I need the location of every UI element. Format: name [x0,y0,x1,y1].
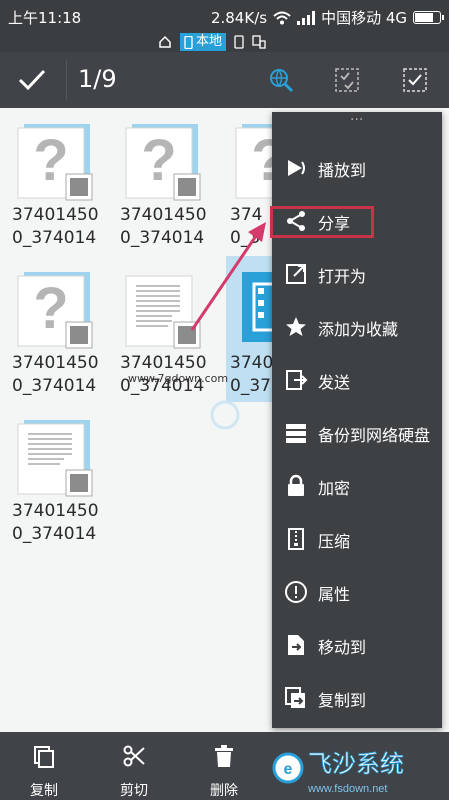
unknown-file-icon: ? [235,124,272,199]
web-search-icon[interactable] [268,67,294,93]
svg-text:?: ? [141,128,176,193]
copy-to-icon [285,687,305,708]
menu-item-copy-to[interactable]: 复制到 [272,672,442,724]
svg-text:?: ? [33,276,68,341]
file-item[interactable]: ? 37401450 0_374014 [0,256,110,401]
copy-button[interactable]: 复制 [14,744,74,800]
loading-spinner-icon [210,400,240,430]
status-bar: 上午11:18 2.84K/s 中国移动 4G [0,0,449,32]
menu-item-label: 移动到 [318,638,367,657]
unknown-file-icon: ? [17,124,93,201]
menu-item-label: 添加为收藏 [318,320,399,339]
info-icon [285,581,307,603]
action-bar: 1/9 [0,52,449,108]
home-icon[interactable] [158,35,172,49]
open-as-icon [286,264,306,284]
location-local-tab[interactable]: 本地 [180,33,227,51]
unknown-file-icon: ? [125,124,201,201]
file-name: 37401450 0_374014 [12,205,99,248]
copy-icon [34,746,54,768]
carrier: 中国移动 4G [321,9,407,27]
move-icon [288,635,304,655]
document-file-icon [17,420,93,497]
delete-button[interactable]: 删除 [194,744,254,800]
star-icon [286,317,306,336]
file-name: 37401450 0_374014 [12,353,99,396]
watermark-text: www.7gdown.com [128,372,229,385]
menu-item-label: 复制到 [318,691,367,710]
backup-icon [286,424,306,443]
menu-item-label: 属性 [318,585,351,604]
status-right: 2.84K/s 中国移动 4G [210,7,444,28]
svg-text:?: ? [251,128,272,193]
menu-item-label: 加密 [318,479,351,498]
menu-item-label: 发送 [318,373,351,392]
cut-button[interactable]: 剪切 [104,744,164,800]
menu-item-label: 播放到 [318,161,367,180]
menu-item-favorite[interactable]: 添加为收藏 [272,301,442,353]
copy-label: 复制 [30,783,58,799]
network-speed: 2.84K/s [210,8,268,27]
pointer-arrow-icon [190,222,266,331]
svg-text:e: e [284,761,293,778]
cut-label: 剪切 [120,783,148,799]
cast-icon [288,160,305,176]
location-bar: 本地 [0,32,449,52]
lock-icon [288,474,304,496]
signal-icon [297,10,316,25]
menu-item-properties[interactable]: 属性 [272,566,442,618]
scissors-icon [123,745,145,767]
wifi-icon [273,11,291,24]
svg-text:飞沙系统: 飞沙系统 [308,750,404,778]
location-local-label: 本地 [196,34,223,49]
menu-partial-item: ... [350,112,364,124]
bottom-toolbar: 复制 剪切 删除 e 飞沙系统 www.fsdown.net [0,732,449,800]
select-all-icon[interactable] [402,67,428,93]
send-icon [286,370,308,390]
share-highlight-box [270,206,374,238]
menu-item-label: 备份到网络硬盘 [318,426,431,445]
menu-item-backup[interactable]: 备份到网络硬盘 [272,407,442,459]
file-name: 37401450 0_374014 [12,501,99,544]
status-time: 上午11:18 [8,9,82,27]
menu-item-move[interactable]: 移动到 [272,619,442,671]
menu-item-open-as[interactable]: 打开为 [272,248,442,300]
svg-text:?: ? [33,128,68,193]
select-range-icon[interactable] [334,67,360,93]
menu-item-send[interactable]: 发送 [272,354,442,406]
zip-icon [288,528,304,550]
device-icon[interactable] [234,35,244,49]
unknown-file-icon: ? [17,272,93,349]
context-menu: ... 播放到 分享 打开为 添加为收藏 发送 备份到网络硬盘 加密 压缩 属性… [272,112,442,728]
file-name: 3740 0_37 [230,353,272,396]
menu-item-encrypt[interactable]: 加密 [272,460,442,512]
done-check-icon[interactable] [14,66,50,94]
svg-text:www.fsdown.net: www.fsdown.net [307,783,387,795]
battery-icon [413,11,444,24]
menu-item-label: 压缩 [318,532,351,551]
menu-item-label: 打开为 [318,267,367,286]
network-device-icon[interactable] [252,35,266,49]
menu-item-cast[interactable]: 播放到 [272,142,442,194]
site-logo-icon: e 飞沙系统 www.fsdown.net [272,750,404,795]
action-divider [66,60,67,100]
file-item[interactable]: 37401450 0_374014 [0,404,110,549]
trash-icon [215,745,233,767]
selection-count: 1/9 [78,65,117,93]
delete-label: 删除 [210,783,238,799]
menu-item-compress[interactable]: 压缩 [272,513,442,565]
phone-icon [184,35,193,49]
file-item[interactable]: ? 37401450 0_374014 [0,108,110,253]
menu-scroll-hint [284,112,344,116]
